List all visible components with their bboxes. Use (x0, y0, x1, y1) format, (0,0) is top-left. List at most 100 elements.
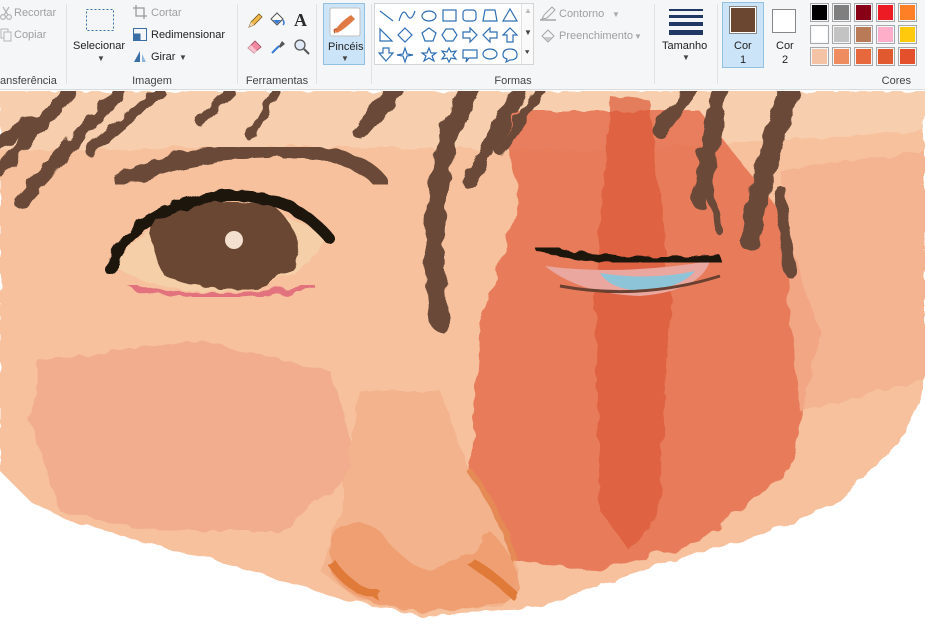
brush-icon (329, 7, 361, 37)
rectangle-callout-shape-icon[interactable] (462, 49, 478, 63)
color-swatch-fill (878, 5, 893, 20)
oval-callout-shape-icon[interactable] (482, 48, 498, 60)
clipboard-group-label: ansferência (0, 75, 57, 87)
fill-icon (541, 29, 555, 43)
four-point-star-shape-icon[interactable] (396, 46, 414, 64)
svg-text:A: A (294, 10, 307, 30)
drawing-canvas[interactable] (0, 91, 925, 631)
color-swatch-fill (856, 27, 871, 42)
color1-label: Cor (734, 40, 752, 52)
rectangle-shape-icon[interactable] (442, 9, 457, 22)
color-swatch[interactable] (898, 3, 917, 22)
eraser-icon[interactable] (246, 38, 264, 54)
color-swatch[interactable] (854, 25, 873, 44)
diamond-shape-icon[interactable] (397, 27, 413, 43)
line-shape-icon[interactable] (379, 10, 394, 22)
color1-swatch-frame (729, 6, 757, 34)
right-arrow-shape-icon[interactable] (462, 26, 478, 44)
color-swatch-fill (834, 27, 849, 42)
color1-button[interactable]: Cor 1 (722, 2, 764, 68)
magnifier-icon[interactable] (293, 38, 311, 56)
chevron-down-icon: ▼ (97, 54, 105, 63)
oval-shape-icon[interactable] (421, 10, 437, 22)
painting (0, 91, 925, 616)
cut-button[interactable]: Recortar (0, 4, 62, 22)
color-swatch-fill (900, 5, 915, 20)
color2-swatch (774, 11, 794, 31)
color-swatch-fill (834, 49, 849, 64)
color-palette (806, 0, 925, 70)
chevron-down-icon: ▼ (634, 32, 642, 41)
right-triangle-shape-icon[interactable] (379, 27, 394, 42)
size-label: Tamanho (662, 40, 708, 52)
scissors-icon (0, 6, 12, 20)
color-swatch[interactable] (854, 47, 873, 66)
pentagon-shape-icon[interactable] (421, 27, 437, 42)
resize-button[interactable]: Redimensionar (133, 26, 235, 44)
color-swatch[interactable] (854, 3, 873, 22)
shapes-group-label: Formas (494, 75, 532, 87)
rotate-icon (134, 51, 146, 62)
cloud-callout-shape-icon[interactable] (502, 48, 518, 64)
color2-number: 2 (782, 54, 789, 66)
select-button[interactable]: Selecionar ▼ (69, 4, 131, 66)
ribbon: Recortar Copiar ansferência Selecionar ▼… (0, 0, 925, 90)
color-swatch[interactable] (810, 3, 829, 22)
rounded-rectangle-shape-icon[interactable] (462, 9, 477, 22)
chevron-down-icon: ▼ (612, 10, 620, 19)
crop-button[interactable]: Cortar (133, 4, 233, 22)
pencil-icon[interactable] (246, 12, 264, 30)
chevron-down-icon[interactable]: ▼ (524, 28, 532, 37)
polygon-shape-icon[interactable] (482, 9, 498, 22)
color-swatch-fill (856, 5, 871, 20)
shapes-gallery: ▲ ▼ ⯆ (374, 3, 534, 65)
curve-shape-icon[interactable] (398, 10, 416, 22)
six-point-star-shape-icon[interactable] (440, 46, 458, 64)
color-swatch[interactable] (810, 47, 829, 66)
color-picker-icon[interactable] (269, 38, 287, 56)
outline-button[interactable]: Contorno ▼ (540, 5, 630, 23)
fill-button[interactable]: Preenchimento ▼ (540, 27, 650, 45)
color-swatch-fill (812, 27, 827, 42)
five-point-star-shape-icon[interactable] (420, 46, 438, 63)
brushes-button[interactable]: Pincéis ▼ (323, 3, 365, 65)
shapes-grid (377, 7, 519, 64)
cut-label: Recortar (14, 7, 57, 19)
copy-button[interactable]: Copiar (0, 26, 62, 44)
color2-swatch-frame (772, 9, 796, 33)
left-arrow-shape-icon[interactable] (482, 26, 498, 44)
triangle-shape-icon[interactable] (501, 7, 519, 22)
hexagon-shape-icon[interactable] (441, 28, 458, 42)
rotate-button[interactable]: Girar ▼ (133, 48, 213, 66)
color-swatch-fill (900, 27, 915, 42)
color-swatch[interactable] (810, 25, 829, 44)
clipboard-group: Recortar Copiar ansferência (0, 0, 66, 90)
color-swatch[interactable] (876, 25, 895, 44)
colors-group-label: Cores (881, 75, 911, 87)
shapes-scrollbar[interactable]: ▲ ▼ ⯆ (521, 4, 533, 64)
up-arrow-shape-icon[interactable] (501, 27, 519, 43)
tools-group-label: Ferramentas (245, 75, 309, 87)
color2-button[interactable]: Cor 2 (766, 2, 806, 68)
text-icon[interactable]: A (292, 10, 310, 30)
fill-bucket-icon[interactable] (268, 10, 286, 30)
color-swatch[interactable] (832, 47, 851, 66)
resize-icon (133, 28, 147, 41)
chevron-up-icon[interactable]: ▲ (524, 6, 532, 15)
color1-number: 1 (740, 54, 747, 66)
expand-icon[interactable]: ⯆ (524, 48, 530, 58)
color-swatch[interactable] (876, 47, 895, 66)
color-swatch[interactable] (832, 25, 851, 44)
down-arrow-shape-icon[interactable] (377, 47, 395, 62)
color-swatch[interactable] (876, 3, 895, 22)
color-swatch[interactable] (832, 3, 851, 22)
size-button[interactable]: Tamanho ▼ (659, 3, 713, 65)
rotate-label: Girar (151, 51, 176, 63)
brushes-group: Pincéis ▼ (317, 0, 371, 90)
chevron-down-icon: ▼ (682, 53, 690, 62)
color-swatch[interactable] (898, 47, 917, 66)
line-width-icon (669, 9, 703, 35)
color-swatch[interactable] (898, 25, 917, 44)
crop-label: Cortar (151, 7, 182, 19)
copy-icon (0, 28, 12, 42)
